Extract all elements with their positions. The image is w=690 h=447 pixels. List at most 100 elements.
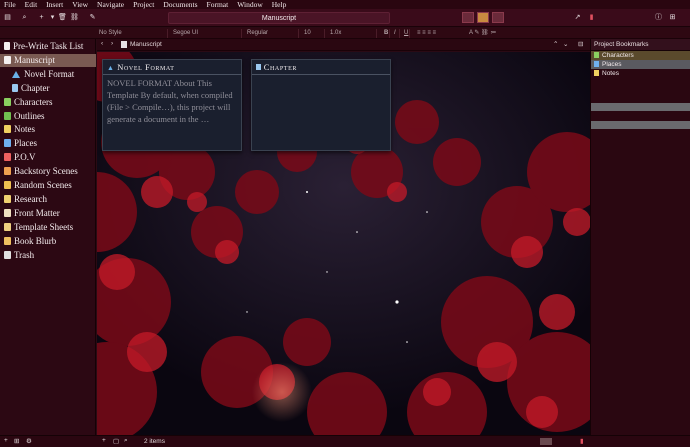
folder-icon bbox=[4, 181, 11, 189]
menu-item-navigate[interactable]: Navigate bbox=[93, 0, 129, 9]
binder-item-book-blurb[interactable]: Book Blurb bbox=[0, 235, 96, 248]
menu-item-file[interactable]: File bbox=[0, 0, 21, 9]
split-icon[interactable]: ⊟ bbox=[578, 40, 583, 48]
add-card-icon[interactable]: + bbox=[102, 437, 106, 444]
down-icon[interactable]: ⌄ bbox=[563, 40, 568, 48]
binder-item-backstory-scenes[interactable]: Backstory Scenes bbox=[0, 165, 96, 178]
search-icon[interactable]: ⌕ bbox=[20, 13, 29, 22]
format-bar: No Style Segoe UI Regular 10 1.0x B I U … bbox=[0, 28, 690, 39]
bookmark-item[interactable]: Characters bbox=[591, 51, 690, 60]
binder-item-research[interactable]: Research bbox=[0, 193, 96, 206]
add-icon[interactable]: + bbox=[37, 13, 46, 22]
link-icon[interactable]: ⛓ bbox=[70, 13, 79, 22]
back-icon[interactable]: ‹ bbox=[101, 40, 103, 47]
bookmarks-panel: Project Bookmarks Characters Places Notes bbox=[590, 39, 690, 435]
binder-item-novel-format[interactable]: Novel Format bbox=[0, 68, 96, 81]
main-toolbar: ▤ ⌕ + ▾ 🗑 ⛓ ✎ Manuscript ↗ ▮ ⓘ ⊞ bbox=[0, 9, 690, 27]
binder-item-label: Characters bbox=[14, 96, 53, 107]
menu-item-help[interactable]: Help bbox=[268, 0, 292, 9]
triangle-icon bbox=[12, 70, 20, 78]
breadcrumb[interactable]: Manuscript bbox=[130, 41, 162, 48]
binder-item-manuscript[interactable]: Manuscript bbox=[0, 53, 96, 67]
binder-item-chapter[interactable]: Chapter bbox=[0, 82, 96, 95]
bookmark-icon[interactable]: ▮ bbox=[580, 437, 584, 445]
folder-add-icon[interactable]: ⊞ bbox=[14, 437, 19, 445]
font-select[interactable]: Segoe UI bbox=[170, 29, 242, 38]
binder-item-label: Places bbox=[14, 138, 37, 149]
settings-icon[interactable]: ⊞ bbox=[668, 13, 677, 22]
spacing-select[interactable]: 1.0x bbox=[327, 29, 377, 38]
page-icon bbox=[256, 64, 261, 70]
folder-icon[interactable]: ▢ bbox=[113, 437, 119, 445]
menu-item-edit[interactable]: Edit bbox=[21, 0, 43, 9]
binder-sidebar: Pre-Write Task List Manuscript Novel Forma… bbox=[0, 39, 96, 435]
card-title: ▲ Novel Format bbox=[103, 60, 241, 75]
inspector-icon[interactable]: ⓘ bbox=[654, 13, 663, 22]
card-synopsis: NOVEL FORMAT About This Template By defa… bbox=[107, 78, 233, 124]
bold-button[interactable]: B bbox=[381, 29, 390, 38]
corkboard[interactable]: ▲ Novel Format NOVEL FORMAT About This T… bbox=[97, 52, 590, 435]
binder-item-front-matter[interactable]: Front Matter bbox=[0, 207, 96, 220]
folder-icon bbox=[594, 61, 599, 67]
binder-item-label: Backstory Scenes bbox=[14, 166, 78, 177]
binder-item-p-o-v[interactable]: P.O.V bbox=[0, 151, 96, 164]
binder-item-places[interactable]: Places bbox=[0, 137, 96, 150]
size-select[interactable]: 10 bbox=[301, 29, 325, 38]
window-title: Manuscript bbox=[168, 12, 390, 24]
index-card[interactable]: Chapter bbox=[251, 59, 391, 151]
alignment-icons[interactable]: ≡ ≡ ≡ ≡ bbox=[414, 29, 464, 38]
menu-item-insert[interactable]: Insert bbox=[42, 0, 68, 9]
italic-button[interactable]: I bbox=[391, 29, 400, 38]
view-document-button[interactable] bbox=[462, 12, 474, 23]
folder-icon bbox=[594, 52, 599, 58]
forward-icon[interactable]: › bbox=[111, 40, 113, 47]
page-icon bbox=[12, 83, 18, 92]
view-toggle[interactable] bbox=[540, 438, 552, 445]
share-icon[interactable]: ↗ bbox=[573, 13, 582, 22]
binder-item-label: Trash bbox=[14, 249, 35, 260]
underline-button[interactable]: U bbox=[401, 29, 410, 38]
bookmark-item[interactable]: Notes bbox=[591, 69, 690, 78]
view-corkboard-button[interactable] bbox=[477, 12, 489, 23]
binder-item-label: Research bbox=[14, 193, 47, 204]
binder-icon[interactable]: ▤ bbox=[3, 13, 12, 22]
binder-item-label: Random Scenes bbox=[14, 180, 72, 190]
binder-item-outlines[interactable]: Outlines bbox=[0, 110, 96, 123]
document-icon bbox=[121, 41, 127, 48]
view-outline-button[interactable] bbox=[492, 12, 504, 23]
settings-icon[interactable]: ⚙ bbox=[26, 437, 32, 445]
add-icon[interactable]: + bbox=[4, 437, 8, 444]
menu-item-view[interactable]: View bbox=[68, 0, 93, 9]
menu-bar: File Edit Insert View Navigate Project Documen… bbox=[0, 0, 690, 9]
search-icon[interactable]: ⌕ bbox=[124, 437, 128, 445]
folder-icon bbox=[4, 153, 11, 162]
card-title: Chapter bbox=[252, 60, 390, 75]
folder-icon bbox=[4, 111, 11, 120]
folder-icon bbox=[4, 208, 11, 217]
up-icon[interactable]: ⌃ bbox=[553, 40, 558, 48]
compose-icon[interactable]: ✎ bbox=[88, 13, 97, 22]
bookmark-icon[interactable]: ▮ bbox=[587, 13, 596, 22]
binder-item-template-sheets[interactable]: Template Sheets bbox=[0, 221, 96, 234]
binder-item-trash[interactable]: Trash bbox=[0, 249, 96, 262]
weight-select[interactable]: Regular bbox=[244, 29, 299, 38]
status-text: 2 items bbox=[144, 438, 165, 445]
style-select[interactable]: No Style bbox=[96, 29, 168, 38]
bookmark-label: Characters bbox=[602, 52, 634, 59]
folder-icon bbox=[4, 97, 11, 106]
trash-icon[interactable]: 🗑 bbox=[58, 13, 67, 22]
index-card[interactable]: ▲ Novel Format NOVEL FORMAT About This T… bbox=[102, 59, 242, 151]
menu-item-documents[interactable]: Documents bbox=[159, 0, 202, 9]
binder-item-notes[interactable]: Notes bbox=[0, 123, 96, 136]
color-icons[interactable]: A ✎ ⛓ ≔ bbox=[466, 29, 506, 38]
menu-item-project[interactable]: Project bbox=[129, 0, 159, 9]
menu-item-format[interactable]: Format bbox=[203, 0, 234, 9]
chevron-down-icon[interactable]: ▾ bbox=[48, 13, 57, 22]
binder-item-characters[interactable]: Characters bbox=[0, 96, 96, 109]
trash-icon bbox=[4, 250, 11, 259]
binder-item-pre-write-task-list[interactable]: Pre-Write Task List bbox=[0, 40, 96, 53]
menu-item-window[interactable]: Window bbox=[233, 0, 268, 9]
binder-item-random-scenes[interactable]: Random Scenes bbox=[0, 179, 96, 192]
bookmark-item[interactable]: Places bbox=[591, 60, 690, 69]
folder-icon bbox=[4, 139, 11, 148]
